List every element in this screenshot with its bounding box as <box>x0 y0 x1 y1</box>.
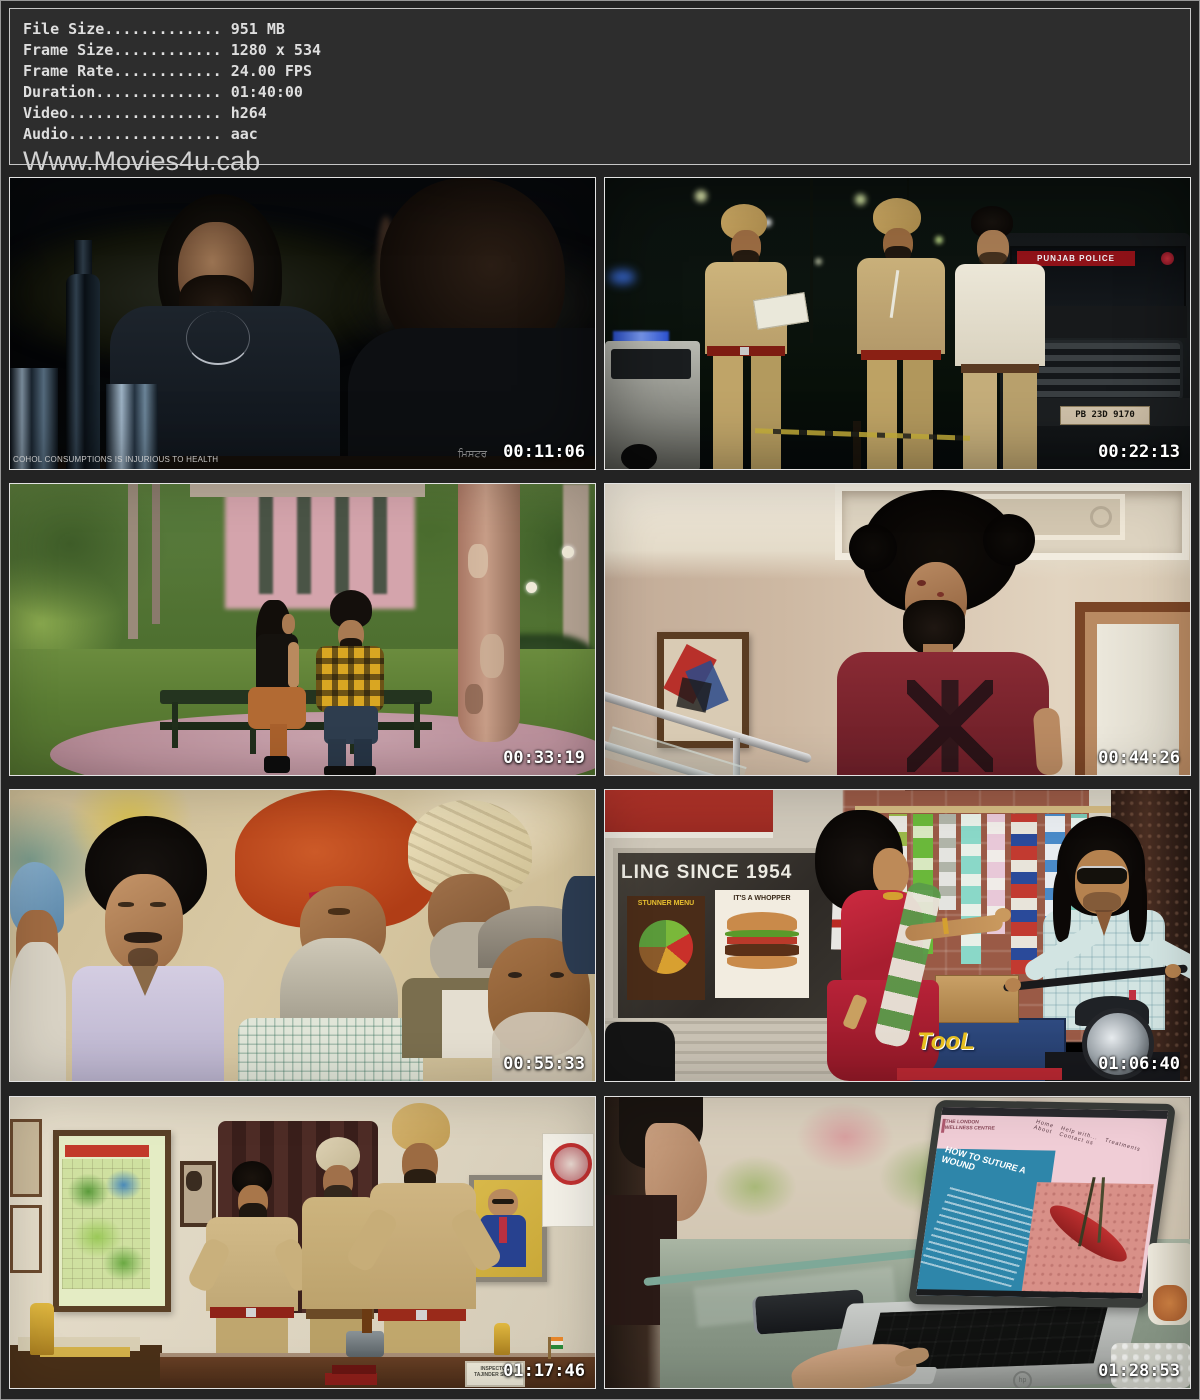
info-line-filesize: File Size............. 951 MB <box>23 19 1190 40</box>
screenshot-4: 00:44:26 <box>604 483 1191 776</box>
info-line-duration: Duration.............. 01:40:00 <box>23 82 1190 103</box>
vignette <box>10 484 595 775</box>
vignette <box>10 790 595 1081</box>
screenshot-5: 00:55:33 <box>9 789 596 1082</box>
timestamp: 00:33:19 <box>503 748 585 768</box>
screenshot-8: hp THE LONDON WELLNESS CENTRE Home Help … <box>604 1096 1191 1389</box>
vignette <box>605 790 1190 1081</box>
timestamp: 00:11:06 <box>503 442 585 462</box>
info-line-framerate: Frame Rate............ 24.00 FPS <box>23 61 1190 82</box>
vignette <box>605 178 1190 469</box>
subtitle-text: ਮਿਸਟਰ <box>458 449 487 460</box>
vignette <box>605 484 1190 775</box>
timestamp: 00:44:26 <box>1098 748 1180 768</box>
file-info-panel: File Size............. 951 MB Frame Size… <box>9 8 1191 165</box>
screenshot-2: PUNJAB POLICE PB 23D 9170 00:22: <box>604 177 1191 470</box>
info-line-audio: Audio................. aac <box>23 124 1190 145</box>
timestamp: 01:06:40 <box>1098 1054 1180 1074</box>
screenshot-6: LING SINCE 1954 STUNNER MENU IT'S A WHOP… <box>604 789 1191 1082</box>
screenshot-3: 00:33:19 <box>9 483 596 776</box>
timestamp: 00:22:13 <box>1098 442 1180 462</box>
info-line-video: Video................. h264 <box>23 103 1190 124</box>
screenshot-1: COHOL CONSUMPTIONS IS INJURIOUS TO HEALT… <box>9 177 596 470</box>
timestamp: 00:55:33 <box>503 1054 585 1074</box>
vignette <box>10 178 595 469</box>
media-info-sheet: File Size............. 951 MB Frame Size… <box>0 0 1200 1400</box>
screenshot-7: INSPECTOR TAJINDER SINGH 01:17:46 <box>9 1096 596 1389</box>
timestamp: 01:28:53 <box>1098 1361 1180 1381</box>
info-line-framesize: Frame Size............ 1280 x 534 <box>23 40 1190 61</box>
site-watermark: Www.Movies4u.cab <box>23 146 1190 176</box>
health-warning-text: COHOL CONSUMPTIONS IS INJURIOUS TO HEALT… <box>13 455 218 464</box>
vignette <box>605 1097 1190 1388</box>
vignette <box>10 1097 595 1388</box>
timestamp: 01:17:46 <box>503 1361 585 1381</box>
